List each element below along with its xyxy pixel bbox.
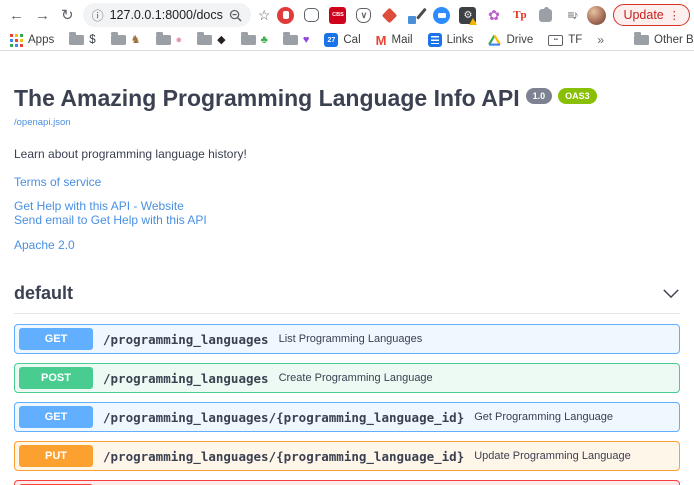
bookmarks-overflow-icon[interactable]: » bbox=[597, 33, 604, 47]
endpoint-summary: List Programming Languages bbox=[279, 333, 423, 345]
tag-name: default bbox=[14, 283, 73, 304]
license-link[interactable]: Apache 2.0 bbox=[14, 238, 75, 252]
brain-emoji-icon: ● bbox=[176, 35, 183, 46]
api-links: Terms of service Get Help with this API … bbox=[14, 173, 680, 254]
folder-icon bbox=[156, 35, 171, 45]
bookmark-links[interactable]: Links bbox=[428, 33, 474, 47]
contact-email-link[interactable]: Send email to Get Help with this API bbox=[14, 213, 207, 227]
tf-icon: ▪▪ bbox=[548, 35, 563, 46]
folder-icon bbox=[111, 35, 126, 45]
page-title: The Amazing Programming Language Info AP… bbox=[14, 85, 680, 112]
bookmark-apps[interactable]: Apps bbox=[10, 34, 54, 47]
extensions-row: CBS ∨ ⚙ ✿ Tp ≡♪ bbox=[277, 7, 580, 24]
address-bar[interactable]: ⓘ 127.0.0.1:8000/docs bbox=[83, 3, 251, 27]
endpoint-row-create-language[interactable]: POST /programming_languages Create Progr… bbox=[14, 363, 680, 393]
folder-icon bbox=[241, 35, 256, 45]
bookmark-folder-leaf[interactable]: ♣ bbox=[241, 35, 268, 46]
chevron-down-icon[interactable] bbox=[662, 288, 680, 299]
terms-of-service-link[interactable]: Terms of service bbox=[14, 175, 101, 189]
bookmark-drive[interactable]: Drive bbox=[488, 34, 533, 46]
bookmark-mail[interactable]: M Mail bbox=[376, 33, 413, 48]
bookmark-folder-brain[interactable]: ● bbox=[156, 35, 183, 46]
bookmark-cal[interactable]: 27 Cal bbox=[324, 33, 360, 47]
chat-extension-icon[interactable] bbox=[303, 7, 320, 24]
puzzle-extensions-icon[interactable] bbox=[537, 7, 554, 24]
endpoint-summary: Create Programming Language bbox=[279, 372, 433, 384]
profile-avatar[interactable] bbox=[587, 6, 606, 25]
api-info-block: The Amazing Programming Language Info AP… bbox=[14, 85, 680, 254]
browser-menu-icon[interactable]: ⋮ bbox=[669, 9, 680, 22]
tp-extension-icon[interactable]: Tp bbox=[511, 7, 528, 24]
graduation-cap-icon: ◆ bbox=[217, 35, 225, 46]
bookmark-folder-horse[interactable]: ♞ bbox=[111, 35, 141, 46]
bookmark-folder-grad[interactable]: ◆ bbox=[197, 35, 225, 46]
method-badge-post: POST bbox=[19, 367, 93, 389]
endpoint-path: /programming_languages bbox=[103, 371, 269, 386]
purple-heart-icon: ♥ bbox=[303, 35, 310, 46]
reload-icon[interactable]: ↻ bbox=[59, 7, 76, 24]
bookmark-folder-heart[interactable]: ♥ bbox=[283, 35, 310, 46]
playlist-icon[interactable]: ≡♪ bbox=[563, 7, 580, 24]
swagger-page: The Amazing Programming Language Info AP… bbox=[0, 85, 694, 485]
leaf-emoji-icon: ♣ bbox=[261, 35, 268, 46]
horse-emoji-icon: ♞ bbox=[131, 35, 141, 46]
back-icon[interactable]: ← bbox=[7, 7, 26, 24]
cbs-extension-icon[interactable]: CBS bbox=[329, 7, 346, 24]
adblock-icon[interactable] bbox=[277, 7, 294, 24]
contact-website-link[interactable]: Get Help with this API - Website bbox=[14, 199, 184, 213]
folder-icon bbox=[634, 35, 649, 45]
flower-extension-icon[interactable]: ✿ bbox=[485, 7, 502, 24]
endpoint-row-delete-language[interactable]: DELETE /programming_languages/{programmi… bbox=[14, 480, 680, 485]
oas3-badge: OAS3 bbox=[558, 88, 597, 104]
calendar-icon: 27 bbox=[324, 33, 338, 47]
endpoint-row-get-language[interactable]: GET /programming_languages/{programming_… bbox=[14, 402, 680, 432]
pocket-icon[interactable]: ∨ bbox=[355, 7, 372, 24]
endpoint-summary: Update Programming Language bbox=[474, 450, 631, 462]
folder-icon bbox=[283, 35, 298, 45]
method-badge-put: PUT bbox=[19, 445, 93, 467]
endpoint-summary: Get Programming Language bbox=[474, 411, 613, 423]
endpoint-path: /programming_languages/{programming_lang… bbox=[103, 410, 464, 425]
folder-icon bbox=[69, 35, 84, 45]
gmail-icon: M bbox=[376, 33, 387, 48]
bookmark-tf[interactable]: ▪▪ TF bbox=[548, 34, 582, 46]
site-info-icon[interactable]: ⓘ bbox=[92, 7, 104, 24]
endpoint-row-list-languages[interactable]: GET /programming_languages List Programm… bbox=[14, 324, 680, 354]
diagrams-icon[interactable] bbox=[381, 7, 398, 24]
color-picker-icon[interactable] bbox=[407, 7, 424, 24]
bookmark-folder-dollar[interactable]: $ bbox=[69, 34, 95, 46]
browser-toolbar: ← → ↻ ⓘ 127.0.0.1:8000/docs ☆ CBS ∨ ⚙ ✿ … bbox=[0, 0, 694, 30]
endpoint-path: /programming_languages/{programming_lang… bbox=[103, 449, 464, 464]
gear-alert-icon[interactable]: ⚙ bbox=[459, 7, 476, 24]
update-label: Update bbox=[623, 8, 663, 22]
url-text[interactable]: 127.0.0.1:8000/docs bbox=[110, 8, 223, 22]
method-badge-get: GET bbox=[19, 406, 93, 428]
openapi-spec-link[interactable]: /openapi.json bbox=[14, 117, 71, 128]
update-button[interactable]: Update ⋮ bbox=[613, 4, 689, 26]
zoom-app-icon[interactable] bbox=[433, 7, 450, 24]
api-title-text: The Amazing Programming Language Info AP… bbox=[14, 85, 520, 112]
endpoint-path: /programming_languages bbox=[103, 332, 269, 347]
tag-section-default[interactable]: default bbox=[14, 283, 680, 314]
version-badge: 1.0 bbox=[526, 88, 553, 104]
bookmark-star-icon[interactable]: ☆ bbox=[258, 7, 271, 24]
forward-icon[interactable]: → bbox=[33, 7, 52, 24]
method-badge-get: GET bbox=[19, 328, 93, 350]
links-icon bbox=[428, 33, 442, 47]
zoom-out-icon[interactable] bbox=[229, 9, 242, 22]
other-bookmarks[interactable]: Other Bookmarks bbox=[634, 34, 694, 46]
folder-icon bbox=[197, 35, 212, 45]
apps-grid-icon bbox=[10, 34, 23, 47]
endpoint-row-update-language[interactable]: PUT /programming_languages/{programming_… bbox=[14, 441, 680, 471]
bookmarks-bar: Apps $ ♞ ● ◆ ♣ ♥ 27 Cal M Mail Links bbox=[0, 30, 694, 51]
drive-icon bbox=[488, 34, 501, 46]
api-description: Learn about programming language history… bbox=[14, 147, 680, 161]
